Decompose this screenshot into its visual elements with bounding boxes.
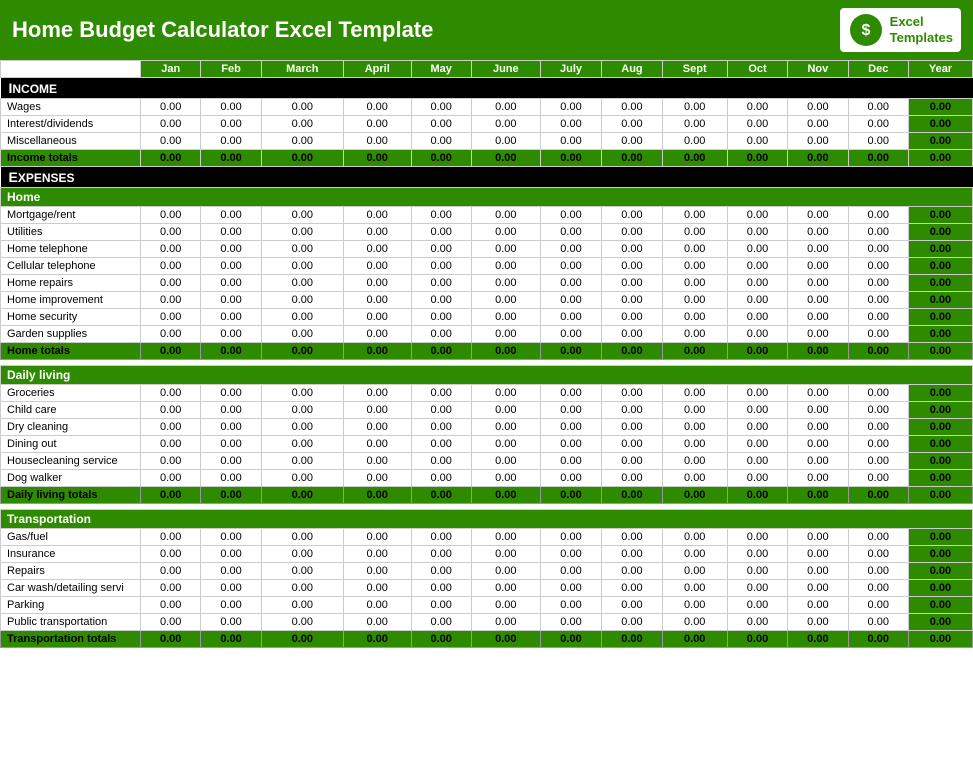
dl-dining-row: Dining out 0.000.000.000.000.000.000.000… <box>1 436 973 453</box>
col-june: June <box>471 61 540 78</box>
col-dec: Dec <box>848 61 908 78</box>
income-totals-label: Income totals <box>1 150 141 167</box>
trans-publictrans-row: Public transportation 0.000.000.000.000.… <box>1 614 973 631</box>
logo-text: Excel Templates <box>890 14 953 45</box>
daily-living-subsection-header: Daily living <box>1 366 973 385</box>
wages-may[interactable]: 0.00 <box>411 99 471 116</box>
trans-carwash-row: Car wash/detailing servi 0.000.000.000.0… <box>1 580 973 597</box>
home-totals-row: Home totals 0.000.000.000.000.000.000.00… <box>1 343 973 360</box>
income-misc-row: Miscellaneous 0.000.000.000.000.000.000.… <box>1 133 973 150</box>
wages-aug[interactable]: 0.00 <box>602 99 662 116</box>
column-header-row: Jan Feb March April May June July Aug Se… <box>1 61 973 78</box>
income-wages-row: Wages 0.00 0.00 0.00 0.00 0.00 0.00 0.00… <box>1 99 973 116</box>
wages-mar[interactable]: 0.00 <box>261 99 343 116</box>
logo-area: $ Excel Templates <box>840 8 961 52</box>
col-may: May <box>411 61 471 78</box>
wages-dec[interactable]: 0.00 <box>848 99 908 116</box>
daily-living-totals-row: Daily living totals 0.000.000.000.000.00… <box>1 487 973 504</box>
wages-jan[interactable]: 0.00 <box>141 99 201 116</box>
income-totals-row: Income totals 0.000.000.000.000.000.000.… <box>1 150 973 167</box>
expenses-section-header: EXPENSES <box>1 167 973 188</box>
income-section-label: INCOME <box>1 78 973 99</box>
trans-gas-row: Gas/fuel 0.000.000.000.000.000.000.000.0… <box>1 529 973 546</box>
wages-jul[interactable]: 0.00 <box>540 99 602 116</box>
wages-sep[interactable]: 0.00 <box>662 99 727 116</box>
svg-text:$: $ <box>861 22 870 39</box>
col-label <box>1 61 141 78</box>
wages-oct[interactable]: 0.00 <box>727 99 787 116</box>
home-cellular-row: Cellular telephone 0.000.000.000.000.000… <box>1 258 973 275</box>
wages-feb[interactable]: 0.00 <box>201 99 261 116</box>
transportation-label: Transportation <box>1 510 973 529</box>
app-title: Home Budget Calculator Excel Template <box>12 17 433 43</box>
home-improvement-row: Home improvement 0.000.000.000.000.000.0… <box>1 292 973 309</box>
col-year: Year <box>908 61 972 78</box>
trans-insurance-row: Insurance 0.000.000.000.000.000.000.000.… <box>1 546 973 563</box>
wages-label: Wages <box>1 99 141 116</box>
dl-groceries-row: Groceries 0.000.000.000.000.000.000.000.… <box>1 385 973 402</box>
col-nov: Nov <box>788 61 848 78</box>
home-subsection-label: Home <box>1 188 973 207</box>
expenses-section-label: EXPENSES <box>1 167 973 188</box>
col-oct: Oct <box>727 61 787 78</box>
app-header: Home Budget Calculator Excel Template $ … <box>0 0 973 60</box>
transportation-subsection-header: Transportation <box>1 510 973 529</box>
col-april: April <box>343 61 411 78</box>
home-mortgage-row: Mortgage/rent 0.000.000.000.000.000.000.… <box>1 207 973 224</box>
income-interest-row: Interest/dividends 0.000.000.000.000.000… <box>1 116 973 133</box>
col-jan: Jan <box>141 61 201 78</box>
dl-dogwalker-row: Dog walker 0.000.000.000.000.000.000.000… <box>1 470 973 487</box>
col-sept: Sept <box>662 61 727 78</box>
home-utilities-row: Utilities 0.000.000.000.000.000.000.000.… <box>1 224 973 241</box>
daily-living-label: Daily living <box>1 366 973 385</box>
budget-body: INCOME Wages 0.00 0.00 0.00 0.00 0.00 0.… <box>1 78 973 648</box>
home-repairs-row: Home repairs 0.000.000.000.000.000.000.0… <box>1 275 973 292</box>
wages-nov[interactable]: 0.00 <box>788 99 848 116</box>
home-subsection-header: Home <box>1 188 973 207</box>
home-security-row: Home security 0.000.000.000.000.000.000.… <box>1 309 973 326</box>
interest-label: Interest/dividends <box>1 116 141 133</box>
col-feb: Feb <box>201 61 261 78</box>
income-section-header: INCOME <box>1 78 973 99</box>
trans-repairs-row: Repairs 0.000.000.000.000.000.000.000.00… <box>1 563 973 580</box>
col-july: July <box>540 61 602 78</box>
home-garden-row: Garden supplies 0.000.000.000.000.000.00… <box>1 326 973 343</box>
logo-icon: $ <box>848 12 884 48</box>
col-march: March <box>261 61 343 78</box>
trans-parking-row: Parking 0.000.000.000.000.000.000.000.00… <box>1 597 973 614</box>
wages-jun[interactable]: 0.00 <box>471 99 540 116</box>
transportation-totals-row: Transportation totals 0.000.000.000.000.… <box>1 631 973 648</box>
dl-childcare-row: Child care 0.000.000.000.000.000.000.000… <box>1 402 973 419</box>
home-telephone-row: Home telephone 0.000.000.000.000.000.000… <box>1 241 973 258</box>
budget-table: Jan Feb March April May June July Aug Se… <box>0 60 973 648</box>
dl-drycleaning-row: Dry cleaning 0.000.000.000.000.000.000.0… <box>1 419 973 436</box>
misc-label: Miscellaneous <box>1 133 141 150</box>
dl-housecleaning-row: Housecleaning service 0.000.000.000.000.… <box>1 453 973 470</box>
col-aug: Aug <box>602 61 662 78</box>
wages-year: 0.00 <box>908 99 972 116</box>
wages-apr[interactable]: 0.00 <box>343 99 411 116</box>
